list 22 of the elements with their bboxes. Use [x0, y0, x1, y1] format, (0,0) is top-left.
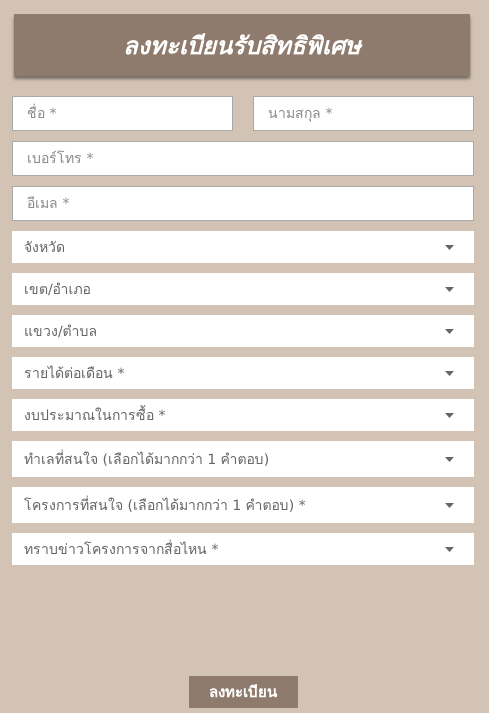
caret-icon	[445, 502, 454, 508]
dropdown[interactable]: โครงการที่สนใจ (เลือกได้มากกว่า 1 คำตอบ) *	[12, 487, 474, 523]
text-input-field[interactable]: เบอร์โทร *	[12, 141, 474, 176]
dropdown[interactable]: แขวง/ตำบล	[12, 315, 474, 347]
form-title-banner: ลงทะเบียนรับสิทธิพิเศษ	[14, 14, 470, 76]
caret-icon	[445, 328, 454, 334]
caret-icon	[445, 412, 454, 418]
dropdown[interactable]: เขต/อำเภอ	[12, 273, 474, 305]
dropdown[interactable]: งบประมาณในการซื้อ *	[12, 399, 474, 431]
register-button[interactable]: ลงทะเบียน	[188, 676, 298, 708]
caret-icon	[445, 456, 454, 462]
text-input-field[interactable]: นามสกุล *	[253, 96, 474, 131]
dropdown[interactable]: ทำเลที่สนใจ (เลือกได้มากกว่า 1 คำตอบ)	[12, 441, 474, 477]
text-input-field[interactable]: อีเมล *	[12, 186, 474, 221]
dropdown[interactable]: รายได้ต่อเดือน *	[12, 357, 474, 389]
dropdown[interactable]: ทราบข่าวโครงการจากสื่อไหน *	[12, 533, 474, 565]
caret-icon	[445, 546, 454, 552]
caret-icon	[445, 244, 454, 250]
caret-icon	[445, 370, 454, 376]
dropdown[interactable]: จังหวัด	[12, 231, 474, 263]
text-input-field[interactable]: ชื่อ *	[12, 96, 233, 131]
caret-icon	[445, 286, 454, 292]
